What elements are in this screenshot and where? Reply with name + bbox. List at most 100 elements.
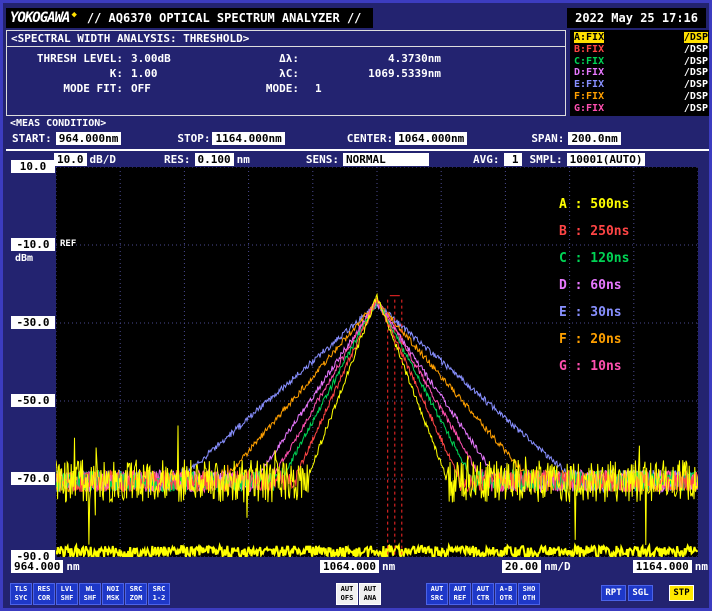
softkey-group-3: AUTSRCAUTREFAUTCTRA-BOTRSHOOTH: [426, 583, 540, 605]
osa-screen: YOKOGAWA ◆ // AQ6370 OPTICAL SPECTRUM AN…: [0, 0, 712, 611]
ref-level-label: REF: [60, 239, 76, 249]
legend-item-D: D : 60ns: [559, 272, 629, 299]
y-tick-10.0: 10.0: [11, 160, 55, 173]
mode-label: MODE:: [245, 81, 301, 96]
run-button-stp[interactable]: STP: [669, 585, 694, 601]
softkey-src-1-2[interactable]: SRC1-2: [148, 583, 170, 605]
trace-row-D[interactable]: D:FIX/DSP: [574, 67, 708, 78]
x-axis-center-value: 1064.000: [320, 560, 379, 573]
trace-disp-G: /DSP: [684, 103, 708, 114]
trace-row-G[interactable]: G:FIX/DSP: [574, 103, 708, 114]
trace-row-F[interactable]: F:FIX/DSP: [574, 91, 708, 102]
trace-id-A: A:FIX: [574, 32, 604, 43]
softkey-wl-shf[interactable]: WLSHF: [79, 583, 101, 605]
trace-disp-E: /DSP: [684, 79, 708, 90]
softkey-lvl-shf[interactable]: LVLSHF: [56, 583, 78, 605]
x-axis-div-unit: nm/D: [544, 560, 571, 573]
y-tick--10.0: -10.0: [11, 238, 55, 251]
stop-wavelength-value: 1164.000nm: [212, 132, 284, 145]
thresh-level-value: 3.00dB: [125, 51, 245, 66]
center-label: CENTER:: [347, 132, 393, 145]
x-axis-center-unit: nm: [382, 560, 395, 573]
trace-row-B[interactable]: B:FIX/DSP: [574, 44, 708, 55]
mode-fit-label: MODE FIT:: [13, 81, 125, 96]
avg-label: AVG:: [473, 153, 500, 166]
softkey-aut-ref[interactable]: AUTREF: [449, 583, 471, 605]
k-value: 1.00: [125, 66, 245, 81]
x-axis-div-value: 20.00: [502, 560, 541, 573]
x-axis-left-group: 964.000 nm: [11, 560, 80, 573]
center-wavelength-value: 1064.000nm: [395, 132, 467, 145]
softkey-group-1: TLSSYCRESCORLVLSHFWLSHFNOIMSKSRCZOMSRC1-…: [10, 583, 170, 605]
softkey-noi-msk[interactable]: NOIMSK: [102, 583, 124, 605]
sens-label: SENS:: [306, 153, 339, 166]
x-axis-right-group: 1164.000 nm: [633, 560, 708, 573]
y-tick--50.0: -50.0: [11, 394, 55, 407]
datetime: 2022 May 25 17:16: [567, 8, 706, 28]
stop-label: STOP:: [177, 132, 210, 145]
smpl-label: SMPL:: [530, 153, 563, 166]
res-label: RES:: [164, 153, 191, 166]
analysis-panel: <SPECTRAL WIDTH ANALYSIS: THRESHOLD> THR…: [6, 30, 566, 116]
mode-value: 1: [301, 81, 441, 96]
trace-id-D: D:FIX: [574, 67, 604, 78]
legend-item-F: F : 20ns: [559, 326, 629, 353]
lambda-c-value: 1069.5339nm: [301, 66, 441, 81]
trace-status-panel: A:FIX/DSPB:FIX/DSPC:FIX/DSPD:FIX/DSPE:FI…: [570, 30, 712, 116]
res-value: 0.100: [195, 153, 234, 166]
trace-row-C[interactable]: C:FIX/DSP: [574, 56, 708, 67]
softkey-aut-ctr[interactable]: AUTCTR: [472, 583, 494, 605]
thresh-level-label: THRESH LEVEL:: [13, 51, 125, 66]
softkey-sho-oth[interactable]: SHOOTH: [518, 583, 540, 605]
page-title: // AQ6370 OPTICAL SPECTRUM ANALYZER //: [87, 11, 362, 25]
trace-disp-A: /DSP: [684, 32, 708, 43]
x-axis-stop-value: 1164.000: [633, 560, 692, 573]
top-bar: YOKOGAWA ◆ // AQ6370 OPTICAL SPECTRUM AN…: [6, 8, 706, 28]
trace-disp-F: /DSP: [684, 91, 708, 102]
softkey-aut-src[interactable]: AUTSRC: [426, 583, 448, 605]
softkey-aut-ana[interactable]: AUTANA: [359, 583, 381, 605]
softkey-aut-ofs[interactable]: AUTOFS: [336, 583, 358, 605]
trace-row-A[interactable]: A:FIX/DSP: [574, 32, 708, 43]
trace-disp-B: /DSP: [684, 44, 708, 55]
delta-lambda-label: Δλ:: [245, 51, 301, 66]
x-axis-center-group: 1064.000 nm: [320, 560, 395, 573]
legend-item-A: A : 500ns: [559, 191, 629, 218]
trace-disp-C: /DSP: [684, 56, 708, 67]
yokogawa-diamond-icon: ◆: [71, 10, 76, 20]
softkey-tls-syc[interactable]: TLSSYC: [10, 583, 32, 605]
softkey-group-2: AUTOFSAUTANA: [336, 583, 381, 605]
analysis-grid: THRESH LEVEL: 3.00dB Δλ: 4.3730nm K: 1.0…: [7, 47, 565, 96]
sweep-control-group: RPTSGL STP: [601, 585, 694, 601]
trace-id-F: F:FIX: [574, 91, 604, 102]
trace-id-B: B:FIX: [574, 44, 604, 55]
softkey-toolbar: TLSSYCRESCORLVLSHFWLSHFNOIMSKSRCZOMSRC1-…: [6, 583, 712, 607]
level-scale-unit: dB/D: [90, 153, 117, 166]
x-axis-div-group: 20.00 nm/D: [502, 560, 571, 573]
trace-disp-D: /DSP: [684, 67, 708, 78]
x-axis-start-value: 964.000: [11, 560, 63, 573]
run-button-rpt[interactable]: RPT: [601, 585, 626, 601]
yokogawa-logo: YOKOGAWA: [10, 10, 69, 26]
softkey-a-b-otr[interactable]: A-BOTR: [495, 583, 517, 605]
meas-condition-title: <MEAS CONDITION>: [6, 118, 712, 129]
legend-item-G: G : 10ns: [559, 353, 629, 380]
trace-id-E: E:FIX: [574, 79, 604, 90]
trace-row-E[interactable]: E:FIX/DSP: [574, 79, 708, 90]
start-label: START:: [12, 132, 52, 145]
res-unit: nm: [237, 153, 250, 166]
softkey-res-cor[interactable]: RESCOR: [33, 583, 55, 605]
span-label: SPAN:: [531, 132, 564, 145]
k-label: K:: [13, 66, 125, 81]
start-wavelength-value: 964.000nm: [56, 132, 122, 145]
trace-id-G: G:FIX: [574, 103, 604, 114]
softkey-src-zom[interactable]: SRCZOM: [125, 583, 147, 605]
trace-legend: A : 500nsB : 250nsC : 120nsD : 60nsE : 3…: [559, 191, 629, 380]
meas-condition-row: START: 964.000nm STOP: 1164.000nm CENTER…: [12, 132, 621, 145]
y-tick--70.0: -70.0: [11, 472, 55, 485]
x-axis-stop-unit: nm: [695, 560, 708, 573]
run-button-sgl[interactable]: SGL: [628, 585, 653, 601]
analysis-title: <SPECTRAL WIDTH ANALYSIS: THRESHOLD>: [7, 31, 565, 47]
meas-condition-bar: <MEAS CONDITION> START: 964.000nm STOP: …: [6, 118, 712, 151]
legend-item-C: C : 120ns: [559, 245, 629, 272]
